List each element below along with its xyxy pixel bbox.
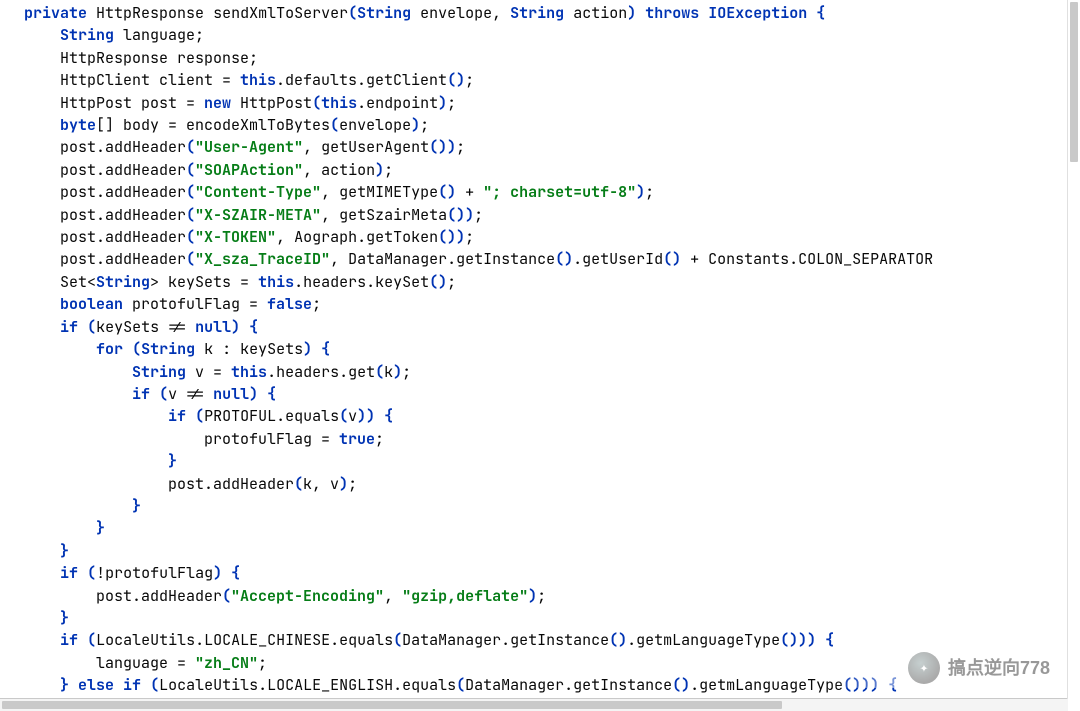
code-line: post.addHeader("X-TOKEN", Aograph.getTok…	[60, 227, 474, 247]
code-line: HttpPost post = new HttpPost(this.endpoi…	[60, 93, 456, 113]
code-line: HttpResponse response;	[60, 48, 258, 68]
code-line: } else if (LocaleUtils.LOCALE_ENGLISH.eq…	[60, 675, 897, 695]
code-line: String v = this.headers.get(k);	[132, 362, 411, 382]
code-line: protofulFlag = true;	[204, 429, 384, 449]
code-line: for (String k : keySets) {	[96, 339, 330, 359]
code-line: post.addHeader("X_sza_TraceID", DataMana…	[60, 249, 933, 269]
code-line: post.addHeader("Content-Type", getMIMETy…	[60, 182, 654, 202]
code-line: boolean protofulFlag = false;	[60, 294, 321, 314]
keyword-private: private	[24, 3, 87, 23]
code-line: }	[132, 496, 141, 516]
horizontal-scrollbar-thumb[interactable]	[2, 701, 782, 709]
code-line: if (!protofulFlag) {	[60, 563, 240, 583]
code-line: }	[60, 541, 69, 561]
code-line: post.addHeader(k, v);	[168, 474, 357, 494]
code-line: post.addHeader("SOAPAction", action);	[60, 160, 393, 180]
code-editor[interactable]: private HttpResponse sendXmlToServer(Str…	[0, 0, 1080, 697]
vertical-scrollbar-thumb[interactable]	[1070, 2, 1078, 162]
code-line: language = "zh_CN";	[96, 653, 267, 673]
code-line: HttpClient client = this.defaults.getCli…	[60, 70, 474, 90]
code-line: String language;	[60, 25, 204, 45]
code-line: }	[96, 518, 105, 538]
code-line: }	[168, 451, 177, 471]
code-line: post.addHeader("X-SZAIR-META", getSzairM…	[60, 205, 483, 225]
code-line: private HttpResponse sendXmlToServer(Str…	[24, 3, 825, 23]
code-line: if (keySets != null) {	[60, 317, 258, 337]
code-line: if (PROTOFUL.equals(v)) {	[168, 406, 393, 426]
vertical-scrollbar[interactable]	[1067, 0, 1080, 699]
horizontal-scrollbar[interactable]	[0, 698, 1068, 711]
code-line: byte[] body = encodeXmlToBytes(envelope)…	[60, 115, 429, 135]
code-line: Set<String> keySets = this.headers.keySe…	[60, 272, 456, 292]
code-line: if (LocaleUtils.LOCALE_CHINESE.equals(Da…	[60, 630, 834, 650]
code-line: }	[60, 608, 69, 628]
code-line: if (v != null) {	[132, 384, 276, 404]
code-line: post.addHeader("Accept-Encoding", "gzip,…	[96, 586, 546, 606]
code-line: post.addHeader("User-Agent", getUserAgen…	[60, 137, 465, 157]
